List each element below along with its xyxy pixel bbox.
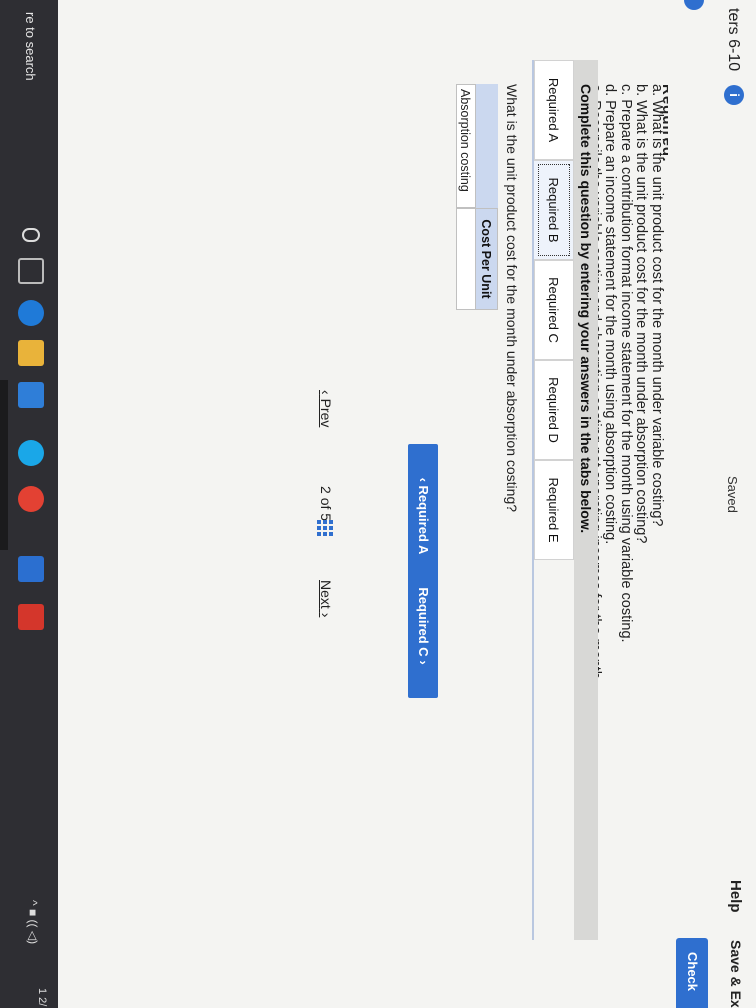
prev-page-label: Prev xyxy=(318,398,334,428)
chevron-left-icon: ‹ xyxy=(318,390,334,395)
table-header-blank xyxy=(476,84,498,208)
chevron-right-icon: › xyxy=(318,612,334,618)
tab-required-d[interactable]: Required D xyxy=(534,360,574,460)
requirement-tabs: Required A Required B Required C Require… xyxy=(532,60,574,940)
chrome-icon[interactable] xyxy=(18,486,44,512)
store-icon[interactable] xyxy=(18,382,44,408)
prev-required-label: Required A xyxy=(416,485,431,555)
rotated-screen: ters 6-10 i Saved Help Save & Exi Check … xyxy=(0,0,756,1008)
taskbar-search[interactable]: re to search xyxy=(23,12,38,81)
status-dot-icon xyxy=(684,0,704,10)
cost-per-unit-input[interactable] xyxy=(456,208,476,310)
taskbar: re to search ^ ■ (( ◁) 1 2/ xyxy=(0,0,58,1008)
tab-required-e[interactable]: Required E xyxy=(534,460,574,560)
chevron-left-icon: ‹ xyxy=(416,477,431,482)
info-icon[interactable]: i xyxy=(724,85,744,105)
instructions-banner: Complete this question by entering your … xyxy=(574,60,598,940)
chapter-title: ters 6-10 xyxy=(725,8,742,72)
edge-browser-icon[interactable] xyxy=(18,300,44,326)
acrobat-icon[interactable] xyxy=(18,604,44,630)
table-header: Cost Per Unit xyxy=(474,208,498,310)
requirements-list: a. What is the unit product cost for the… xyxy=(587,84,665,683)
save-exit-link[interactable]: Save & Exi xyxy=(728,940,744,1008)
assignment-page: ters 6-10 i Saved Help Save & Exi Check … xyxy=(58,0,756,1008)
grid-icon[interactable] xyxy=(317,520,333,536)
question-text: What is the unit product cost for the mo… xyxy=(504,84,520,513)
task-view-icon[interactable] xyxy=(18,258,44,284)
page-of: of xyxy=(318,497,334,510)
page-current: 2 xyxy=(318,486,334,494)
top-bar: ters 6-10 i Saved Help Save & Exi xyxy=(684,0,756,1008)
chevron-right-icon: › xyxy=(416,660,431,665)
file-explorer-icon[interactable] xyxy=(18,340,44,366)
help-link[interactable]: Help xyxy=(727,880,744,913)
word-icon[interactable] xyxy=(18,556,44,582)
skype-icon[interactable] xyxy=(18,440,44,466)
prev-page-link[interactable]: ‹ Prev xyxy=(318,390,334,427)
clock[interactable]: 1 2/ xyxy=(36,988,48,1006)
instructions-text: Complete this question by entering your … xyxy=(578,84,594,534)
next-required-label: Required C xyxy=(416,587,431,657)
requirement-item: d. Prepare an income statement for the m… xyxy=(602,84,619,545)
next-required-button[interactable]: Required C › xyxy=(408,554,438,698)
next-page-label: Next xyxy=(318,580,334,609)
microphone-icon[interactable] xyxy=(22,228,40,242)
requirement-item: a. What is the unit product cost for the… xyxy=(649,84,665,527)
next-page-link[interactable]: Next › xyxy=(318,580,334,617)
check-button[interactable]: Check xyxy=(676,938,708,1008)
requirement-item: c. Prepare a contribution format income … xyxy=(618,84,634,643)
bezel-strip xyxy=(0,380,8,550)
page-count: 2 of 5 xyxy=(318,486,334,521)
tab-required-c[interactable]: Required C xyxy=(534,260,574,360)
requirement-item: b. What is the unit product cost for the… xyxy=(633,84,650,544)
saved-status: Saved xyxy=(725,476,740,513)
system-tray[interactable]: ^ ■ (( ◁) xyxy=(26,900,40,944)
row-label: Absorption costing xyxy=(456,84,476,208)
pager: ‹ Prev 2 of 5 Next › xyxy=(310,390,338,670)
tab-required-a[interactable]: Required A xyxy=(534,60,574,160)
tab-required-b[interactable]: Required B xyxy=(534,160,574,260)
